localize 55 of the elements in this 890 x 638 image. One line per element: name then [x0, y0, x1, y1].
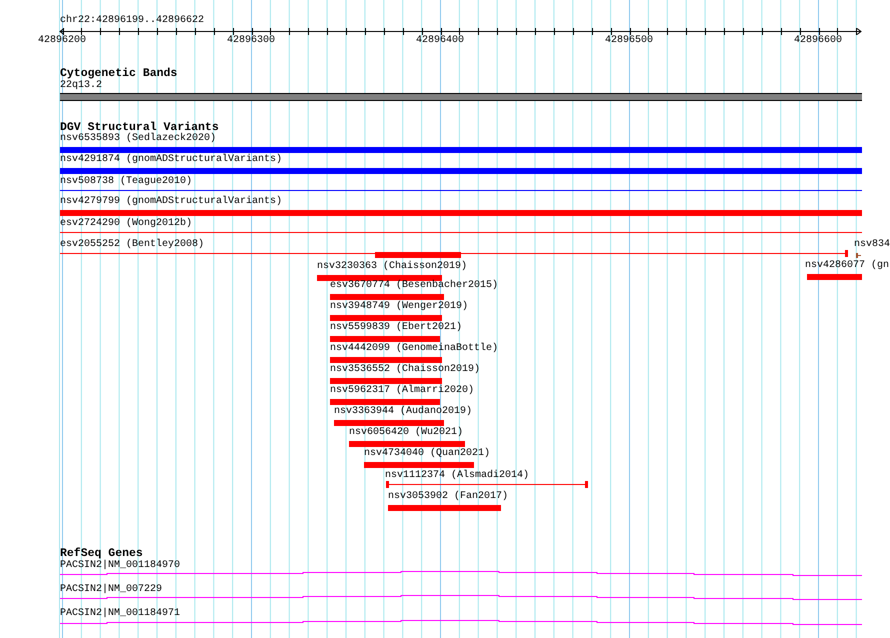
ruler-tick-label: 42896300 — [227, 35, 275, 47]
cytoband-bar[interactable] — [60, 93, 862, 101]
track-title: RefSeq Genes — [60, 547, 143, 560]
variant-label: nsv4442099 (GenomeinaBottle) — [330, 343, 498, 355]
variant-label: esv2724290 (Wong2012b) — [60, 218, 192, 230]
variant-bar[interactable] — [330, 378, 442, 384]
variant-bar[interactable] — [330, 399, 440, 405]
variant-bar[interactable] — [330, 336, 440, 342]
ruler-tick-label: 42896600 — [794, 35, 842, 47]
variant-bar[interactable] — [364, 462, 474, 468]
variant-bar[interactable] — [349, 441, 465, 447]
ruler-tick-label: 42896200 — [38, 35, 86, 47]
variant-label: esv2055252 (Bentley2008) — [60, 239, 204, 251]
variant-label: nsv6535893 (Sedlazeck2020) — [60, 133, 216, 145]
variant-bar[interactable] — [60, 210, 862, 216]
transcript-line[interactable] — [60, 595, 862, 600]
variant-label: nsv4279799 (gnomADStructuralVariants) — [60, 196, 282, 208]
variant-bar[interactable] — [317, 275, 442, 281]
variant-bar[interactable] — [60, 147, 862, 153]
track-title: DGV Structural Variants — [60, 121, 219, 134]
variant-bar[interactable] — [60, 168, 862, 174]
ruler-tick-label: 42896400 — [416, 35, 464, 47]
variant-label: nsv3230363 (Chaisson2019) — [317, 261, 468, 273]
variant-label: nsv508738 (Teague2010) — [60, 176, 192, 188]
variant-label: esv3670774 (Besenbacher2015) — [330, 280, 498, 292]
ruler-tick-label: 42896500 — [605, 35, 653, 47]
variant-marker[interactable] — [856, 253, 861, 258]
transcript-label: PACSIN2|NM_001184970 — [60, 560, 180, 572]
variant-line[interactable] — [386, 481, 588, 488]
band-label: 22q13.2 — [60, 80, 102, 92]
variant-label: nsv834 — [854, 239, 890, 251]
variant-label: nsv6056420 (Wu2021) — [349, 427, 464, 439]
transcript-line[interactable] — [60, 571, 862, 576]
variant-bar[interactable] — [807, 274, 862, 280]
variant-bar[interactable] — [330, 315, 442, 321]
variant-label: nsv5599839 (Ebert2021) — [330, 322, 462, 334]
location-label: chr22:42896199..42896622 — [60, 15, 204, 27]
transcript-label: PACSIN2|NM_001184971 — [60, 608, 180, 620]
variant-label: nsv4291874 (gnomADStructuralVariants) — [60, 154, 282, 166]
variant-label: nsv3053902 (Fan2017) — [388, 491, 508, 503]
variant-bar[interactable] — [330, 357, 442, 363]
variant-label: nsv4734040 (Quan2021) — [364, 448, 490, 460]
track-title: Cytogenetic Bands — [60, 67, 178, 80]
variant-bar[interactable] — [330, 294, 444, 300]
variant-bar[interactable] — [334, 420, 444, 426]
variant-label: nsv3948749 (Wenger2019) — [330, 301, 468, 313]
variant-bar[interactable] — [388, 505, 501, 511]
transcript-line[interactable] — [60, 620, 862, 625]
variant-label: nsv3536552 (Chaisson2019) — [330, 364, 480, 376]
transcript-label: PACSIN2|NM_007229 — [60, 584, 162, 596]
variant-label: nsv1112374 (Alsmadi2014) — [385, 470, 530, 482]
variant-label: nsv3363944 (Audano2019) — [334, 406, 472, 418]
variant-bar[interactable] — [375, 252, 461, 258]
variant-label: nsv4286077 (gn — [805, 260, 890, 272]
variant-label: nsv5962317 (Almarri2020) — [330, 385, 474, 397]
